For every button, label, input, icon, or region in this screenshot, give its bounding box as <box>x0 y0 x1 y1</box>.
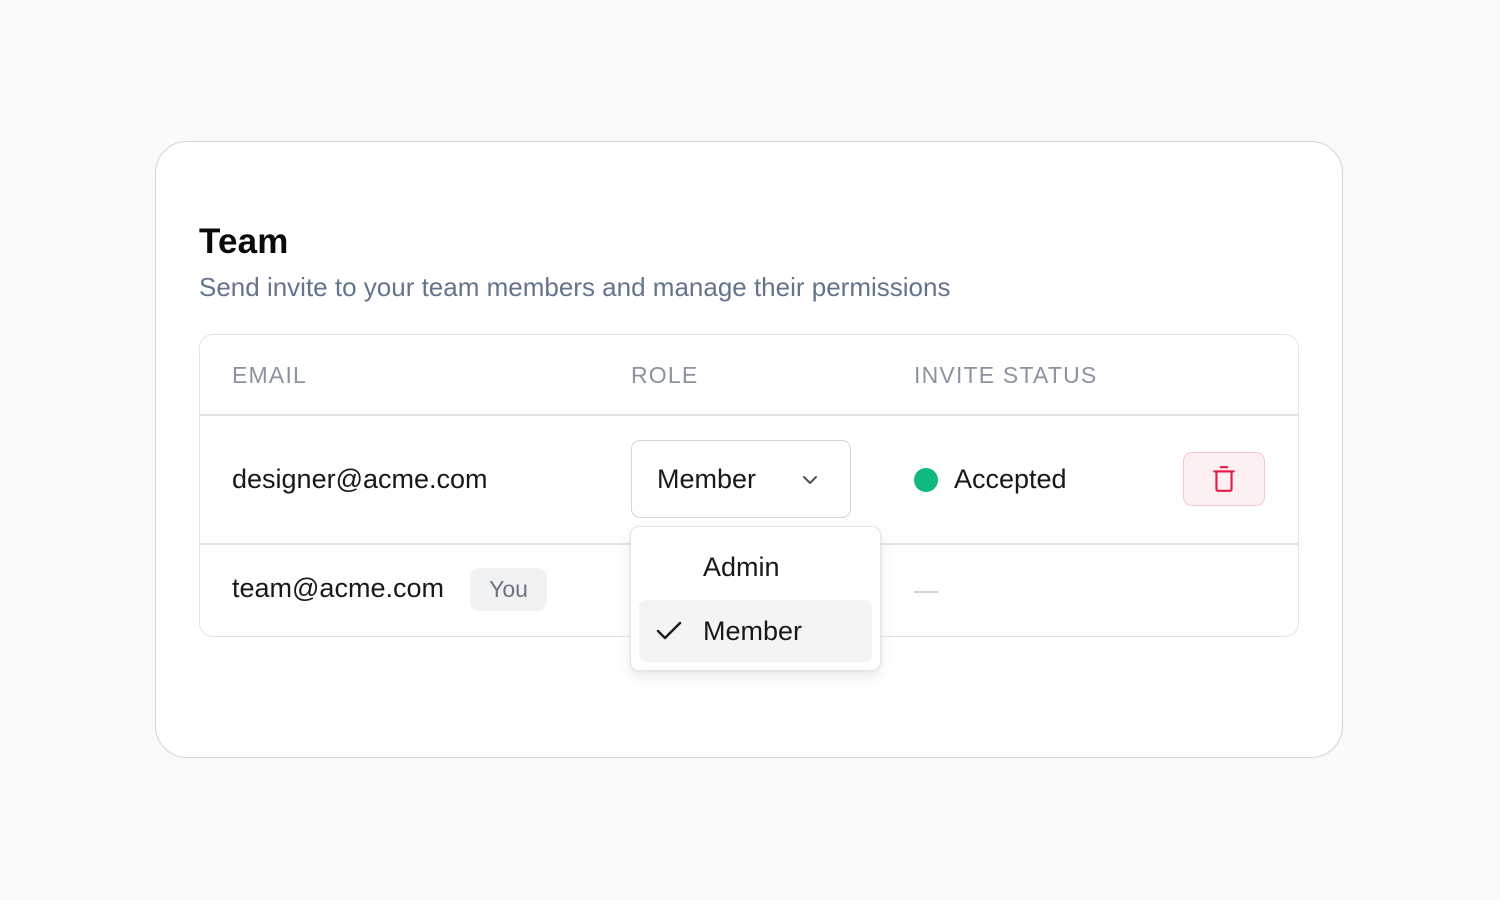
empty-status-dash <box>914 591 938 593</box>
row-email: team@acme.com <box>232 573 444 603</box>
role-select[interactable]: Member <box>631 440 851 518</box>
row-email: designer@acme.com <box>232 464 488 494</box>
column-header-role: ROLE <box>631 362 699 388</box>
delete-member-button[interactable] <box>1183 452 1265 506</box>
role-dropdown-menu: Admin Member <box>630 526 881 671</box>
you-badge: You <box>470 568 547 611</box>
column-header-invite-status: INVITE STATUS <box>914 362 1098 388</box>
role-option-label: Member <box>703 616 803 646</box>
column-header-email: EMAIL <box>232 362 308 388</box>
chevron-down-icon <box>803 476 817 484</box>
page-title: Team <box>199 222 289 261</box>
role-option-member[interactable]: Member <box>639 600 872 662</box>
status-dot-icon <box>914 468 938 492</box>
role-select-value: Member <box>657 464 757 494</box>
role-option-label: Admin <box>703 552 780 582</box>
checkmark-icon <box>656 621 682 640</box>
invite-status-text: Accepted <box>954 464 1067 494</box>
header-divider <box>200 414 1298 416</box>
page-subtitle: Send invite to your team members and man… <box>199 272 951 302</box>
trash-icon <box>1213 466 1235 492</box>
role-option-admin[interactable]: Admin <box>639 536 872 598</box>
